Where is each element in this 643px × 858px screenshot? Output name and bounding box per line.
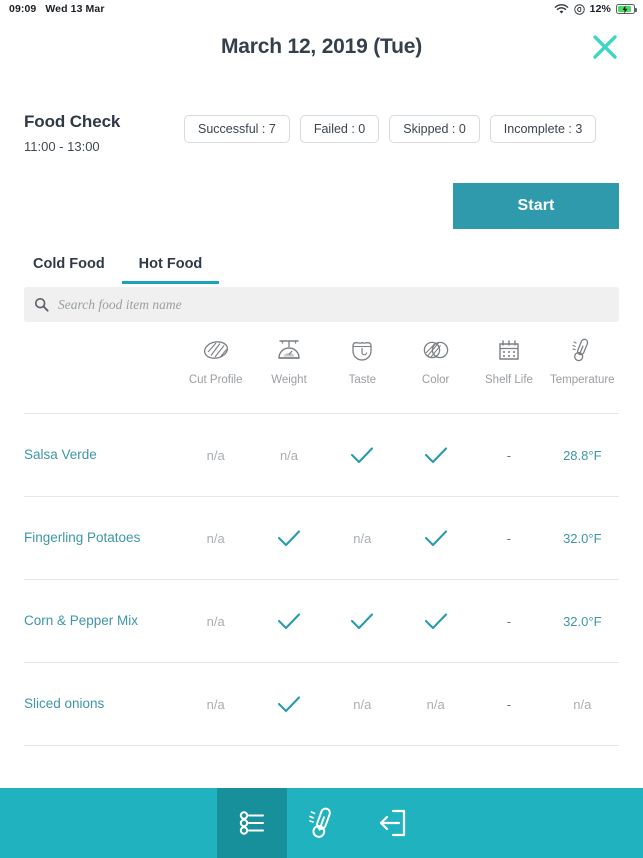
battery-percent: 12%: [589, 3, 611, 15]
cell-color: [399, 612, 472, 631]
check-icon: [277, 612, 301, 629]
status-bar: 09:09 Wed 13 Mar 12%: [0, 0, 643, 18]
check-icon: [277, 695, 301, 712]
cell-taste: [326, 612, 399, 631]
calendar-icon: [499, 339, 519, 360]
column-header-color: Color: [399, 335, 472, 386]
food-type-tabs: Cold Food Hot Food: [0, 256, 643, 284]
start-button[interactable]: Start: [453, 183, 619, 229]
column-label-temperature: Temperature: [550, 374, 615, 386]
search-input[interactable]: [58, 296, 609, 313]
table-header-row: Cut Profile Weight Taste Color Shelf Lif…: [24, 335, 619, 386]
cell-temperature: 32.0°F: [563, 613, 602, 629]
status-date: Wed 13 Mar: [45, 3, 105, 15]
food-check-time-range: 11:00 - 13:00: [24, 139, 100, 154]
nav-checklist[interactable]: [216, 788, 287, 858]
check-icon: [351, 446, 374, 463]
start-button-row: Start: [0, 183, 643, 229]
cell-cut-profile: n/a: [206, 530, 225, 546]
column-header-weight: Weight: [252, 335, 325, 386]
cell-temperature: 32.0°F: [563, 530, 602, 546]
column-header-taste: Taste: [326, 335, 399, 386]
table-row[interactable]: Salsa Verde n/a n/a - 28.8°F: [24, 414, 619, 497]
check-icon: [424, 446, 447, 463]
table-row[interactable]: Corn & Pepper Mix n/a - 32.0°F: [24, 580, 619, 663]
cell-weight: n/a: [279, 447, 299, 463]
cut-profile-icon: [203, 341, 228, 359]
color-circles-icon: [423, 341, 448, 359]
food-item-name[interactable]: Salsa Verde: [24, 445, 179, 465]
cell-cut-profile: n/a: [206, 696, 225, 712]
search-bar[interactable]: [24, 287, 619, 322]
food-item-name[interactable]: Fingerling Potatoes: [24, 528, 179, 548]
food-check-title: Food Check: [24, 112, 121, 131]
table-body: Salsa Verde n/a n/a - 28.8°F Fingerling Potat…: [24, 414, 619, 746]
food-item-name[interactable]: Corn & Pepper Mix: [24, 611, 179, 631]
food-check-summary: Food Check 11:00 - 13:00 Successful : 7 …: [0, 112, 643, 154]
bottom-navigation: [0, 788, 643, 858]
tab-hot-food[interactable]: Hot Food: [121, 256, 220, 284]
cell-weight: [252, 612, 325, 631]
status-badge-incomplete[interactable]: Incomplete : 3: [489, 115, 597, 143]
wifi-icon: [554, 3, 569, 14]
column-label-color: Color: [421, 374, 450, 386]
thermometer-icon: [572, 338, 589, 361]
column-label-shelf-life: Shelf Life: [485, 374, 533, 386]
cell-cut-profile: n/a: [206, 613, 225, 629]
food-items-table: Cut Profile Weight Taste Color Shelf Lif…: [0, 335, 643, 746]
tab-cold-food[interactable]: Cold Food: [24, 256, 122, 284]
cell-taste: n/a: [353, 530, 372, 546]
search-row: [0, 287, 643, 322]
column-label-cut-profile: Cut Profile: [188, 374, 243, 386]
page-title: March 12, 2019 (Tue): [220, 35, 423, 58]
cell-color: [399, 529, 472, 548]
cell-shelf-life: -: [506, 696, 512, 712]
status-pill-group: Successful : 7 Failed : 0 Skipped : 0 In…: [184, 115, 597, 143]
check-icon: [351, 612, 374, 629]
check-icon: [424, 529, 447, 546]
cell-taste: [326, 446, 399, 465]
cell-shelf-life: -: [506, 530, 512, 546]
check-icon: [424, 612, 447, 629]
table-row[interactable]: Fingerling Potatoes n/a n/a - 32.0°F: [24, 497, 619, 580]
table-row[interactable]: Sliced onions n/a n/a n/a - n/a: [24, 663, 619, 746]
status-time: 09:09: [9, 3, 37, 15]
check-icon: [277, 529, 301, 546]
cell-cut-profile: n/a: [206, 447, 225, 463]
thermometer-icon: [308, 807, 331, 838]
cell-weight: [252, 695, 325, 714]
weight-scale-icon: [278, 340, 300, 359]
column-label-taste: Taste: [348, 374, 377, 386]
close-icon: [593, 35, 617, 59]
taste-tongue-icon: [352, 341, 372, 361]
column-header-cut-profile: Cut Profile: [179, 335, 252, 386]
cell-temperature: 28.8°F: [563, 447, 602, 463]
logout-icon: [379, 809, 405, 837]
close-button[interactable]: [587, 29, 623, 65]
cell-temperature: n/a: [573, 696, 592, 712]
column-label-weight: Weight: [271, 374, 307, 386]
cell-taste: n/a: [353, 696, 372, 712]
cell-color: [399, 446, 472, 465]
nav-temperature[interactable]: [287, 788, 357, 858]
checklist-icon: [239, 811, 264, 835]
column-header-shelf-life: Shelf Life: [472, 335, 545, 386]
cell-shelf-life: -: [506, 447, 512, 463]
column-header-temperature: Temperature: [546, 335, 619, 386]
location-icon: [573, 3, 585, 15]
status-badge-failed[interactable]: Failed : 0: [299, 115, 380, 143]
food-item-name[interactable]: Sliced onions: [24, 694, 179, 714]
cell-weight: [252, 529, 325, 548]
status-badge-skipped[interactable]: Skipped : 0: [389, 115, 480, 143]
nav-logout[interactable]: [357, 788, 427, 858]
cell-color: n/a: [426, 696, 445, 712]
status-badge-successful[interactable]: Successful : 7: [184, 115, 290, 143]
page-header: March 12, 2019 (Tue): [0, 18, 643, 76]
search-icon: [34, 297, 49, 312]
cell-shelf-life: -: [506, 613, 512, 629]
battery-charging-icon: [616, 4, 638, 14]
